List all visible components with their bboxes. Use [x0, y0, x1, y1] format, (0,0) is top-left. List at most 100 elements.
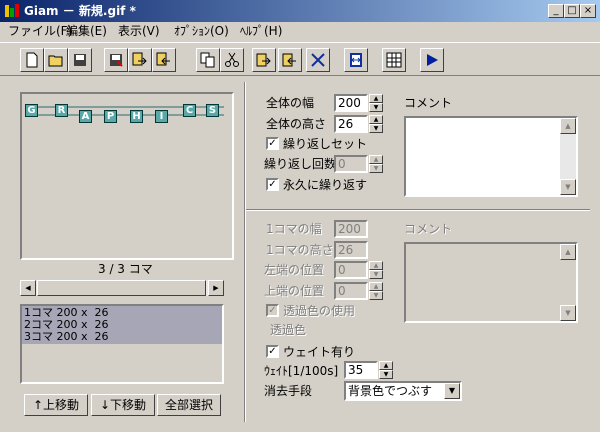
menu-view[interactable]: 表示(V) [118, 24, 160, 38]
frame-comment-textarea[interactable]: ▲ ▼ [404, 242, 578, 323]
maximize-button[interactable]: □ [564, 4, 580, 18]
close-button[interactable]: × [580, 4, 596, 18]
frame-top-spinner[interactable]: ▲ ▼ [369, 282, 383, 300]
frame-left-input[interactable]: 0 [334, 261, 368, 279]
loop-forever-label: 永久に繰り返す [283, 178, 368, 192]
global-comment-textarea[interactable]: ▲ ▼ [404, 116, 578, 197]
frame-left-spinner[interactable]: ▲ ▼ [369, 261, 383, 279]
wait-label: ウェイト有り [283, 345, 356, 359]
scroll-down-button[interactable]: ▼ [560, 179, 576, 195]
chevron-down-icon[interactable]: ▼ [444, 383, 460, 399]
comment-scrollbar[interactable]: ▲ ▼ [560, 118, 576, 195]
select-all-button[interactable]: 全部選択 [157, 394, 221, 416]
spin-down-button[interactable]: ▼ [379, 370, 393, 379]
frame-width-label: 1コマの幅 [266, 222, 322, 236]
panel-divider [245, 82, 246, 422]
spin-down-button[interactable]: ▼ [369, 291, 383, 300]
comment-scrollbar[interactable]: ▲ ▼ [560, 244, 576, 321]
transparent-checkbox[interactable]: ✓ [266, 304, 279, 317]
scissors-icon [225, 52, 239, 67]
global-width-spinner[interactable]: ▲ ▼ [369, 94, 383, 112]
disposal-select[interactable]: 背景色でつぶす ▼ [344, 381, 462, 401]
frame-height-input[interactable]: 26 [334, 241, 368, 259]
minimize-button[interactable]: _ [548, 4, 564, 18]
import-frame-icon [132, 52, 147, 66]
app-icon [5, 4, 19, 17]
list-item[interactable]: 3コマ 200 x 26 [24, 331, 109, 343]
scroll-thumb[interactable] [37, 280, 206, 296]
menu-edit[interactable]: 編集(E) [66, 24, 107, 38]
save-icon [74, 54, 86, 66]
open-file-button[interactable] [44, 48, 68, 72]
frame-list[interactable]: 1コマ 200 x 26 2コマ 200 x 26 3コマ 200 x 26 [20, 304, 224, 384]
move-down-button[interactable]: ↓下移動 [91, 394, 155, 416]
gif-frame-image: G R A P H I C S [24, 101, 224, 123]
spin-up-button[interactable]: ▲ [369, 94, 383, 103]
paste-before-icon [256, 53, 271, 67]
scroll-up-button[interactable]: ▲ [560, 244, 576, 260]
menu-file[interactable]: ファイル(F) [8, 24, 72, 38]
scroll-right-button[interactable]: ▶ [208, 280, 224, 296]
play-button[interactable] [420, 48, 444, 72]
fit-size-icon [350, 53, 362, 67]
loop-forever-checkbox[interactable]: ✓ [266, 178, 279, 191]
transparent-label: 透過色の使用 [283, 304, 356, 318]
paste-before-button[interactable] [252, 48, 276, 72]
global-height-label: 全体の高さ [266, 117, 327, 131]
export-frame-button[interactable] [152, 48, 176, 72]
frame-scrollbar[interactable]: ◀ ▶ [20, 280, 224, 296]
copy-icon [200, 52, 215, 68]
wait-value-spinner[interactable]: ▲ ▼ [379, 361, 393, 379]
scroll-down-button[interactable]: ▼ [560, 305, 576, 321]
new-file-button[interactable] [20, 48, 44, 72]
global-height-spinner[interactable]: ▲ ▼ [369, 115, 383, 133]
repeat-set-checkbox[interactable]: ✓ [266, 137, 279, 150]
title-bar[interactable]: Giam － 新規.gif * _ □ × [0, 0, 600, 22]
scroll-left-button[interactable]: ◀ [20, 280, 36, 296]
paste-after-button[interactable] [278, 48, 302, 72]
letter-tile: S [206, 104, 219, 117]
spin-up-button[interactable]: ▲ [369, 155, 383, 164]
grid-button[interactable] [382, 48, 406, 72]
fit-size-button[interactable] [344, 48, 368, 72]
repeat-count-label: 繰り返し回数 [264, 157, 337, 171]
spin-up-button[interactable]: ▲ [369, 282, 383, 291]
wait-value-input[interactable]: 35 [344, 361, 378, 379]
menu-help[interactable]: ﾍﾙﾌﾟ(H) [240, 24, 282, 38]
save-button[interactable] [68, 48, 92, 72]
spin-down-button[interactable]: ▼ [369, 124, 383, 133]
letter-tile: G [25, 104, 38, 117]
repeat-count-input[interactable]: 0 [334, 155, 368, 173]
cut-button[interactable] [220, 48, 244, 72]
new-file-icon [26, 52, 38, 68]
wait-checkbox[interactable]: ✓ [266, 345, 279, 358]
global-height-input[interactable]: 26 [334, 115, 368, 133]
spin-up-button[interactable]: ▲ [369, 261, 383, 270]
global-width-input[interactable]: 200 [334, 94, 368, 112]
scroll-up-button[interactable]: ▲ [560, 118, 576, 134]
save-as-button[interactable] [104, 48, 128, 72]
spin-down-button[interactable]: ▼ [369, 103, 383, 112]
letter-tile: A [79, 110, 92, 123]
spin-up-button[interactable]: ▲ [369, 115, 383, 124]
letter-tile: H [130, 110, 143, 123]
frame-width-input[interactable]: 200 [334, 220, 368, 238]
spin-down-button[interactable]: ▼ [369, 270, 383, 279]
import-frame-button[interactable] [128, 48, 152, 72]
delete-button[interactable] [306, 48, 330, 72]
repeat-set-label: 繰り返しセット [283, 137, 368, 151]
copy-button[interactable] [196, 48, 220, 72]
spin-down-button[interactable]: ▼ [369, 164, 383, 173]
preview-canvas[interactable]: G R A P H I C S [20, 92, 234, 260]
transparent-color-label: 透過色 [270, 323, 307, 337]
frame-top-label: 上端の位置 [264, 284, 325, 298]
spin-up-button[interactable]: ▲ [379, 361, 393, 370]
menu-options[interactable]: ｵﾌﾟｼｮﾝ(O) [174, 24, 229, 38]
frame-top-input[interactable]: 0 [334, 282, 368, 300]
frame-left-label: 左端の位置 [264, 263, 325, 277]
move-up-button[interactable]: ↑上移動 [24, 394, 88, 416]
disposal-label: 消去手段 [264, 384, 313, 398]
repeat-count-spinner[interactable]: ▲ ▼ [369, 155, 383, 173]
grid-icon [386, 52, 402, 68]
global-comment-label: コメント [404, 96, 453, 110]
